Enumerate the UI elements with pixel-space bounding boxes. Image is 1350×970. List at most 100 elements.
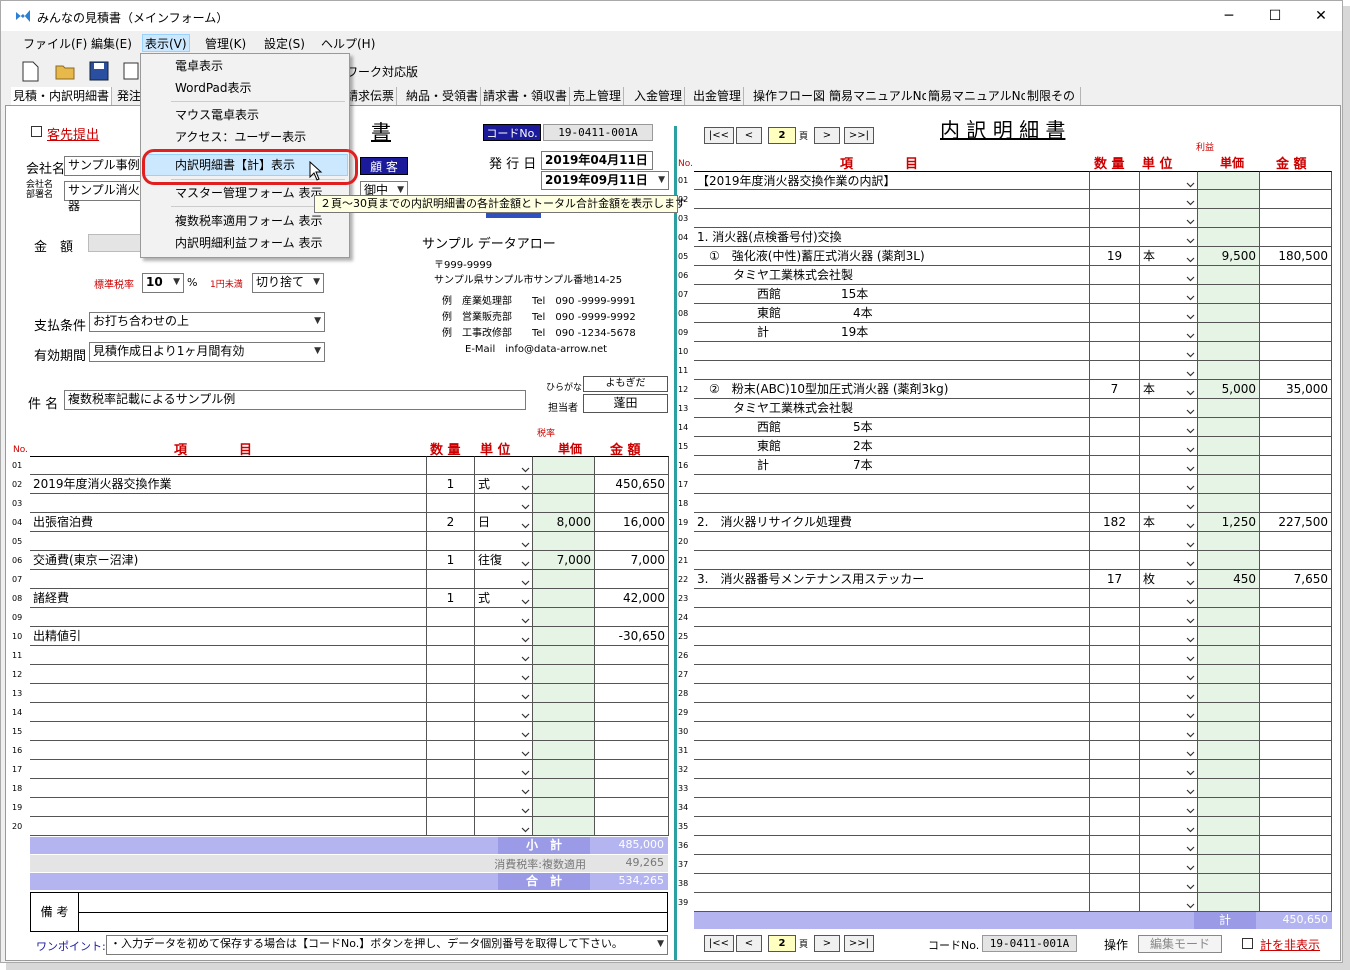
- chevron-down-icon[interactable]: [521, 461, 530, 473]
- cell-item[interactable]: 西館 15本: [694, 285, 1090, 304]
- cell-item[interactable]: ② 粉末(ABC)10型加圧式消火器 (薬剤3kg): [694, 380, 1090, 399]
- code-no-button[interactable]: コードNo.: [483, 124, 541, 141]
- cell-qty[interactable]: [1090, 627, 1140, 646]
- cell-qty[interactable]: 7: [1090, 380, 1140, 399]
- cell-price[interactable]: [1198, 551, 1260, 570]
- cell-unit[interactable]: [1140, 665, 1198, 684]
- cell-item[interactable]: 出精値引: [30, 627, 427, 646]
- cell-unit[interactable]: [475, 817, 533, 836]
- menu-settings[interactable]: 設定(S): [262, 35, 307, 53]
- chevron-down-icon[interactable]: [521, 650, 530, 662]
- cell-qty[interactable]: [427, 817, 475, 836]
- cell-qty[interactable]: [1090, 437, 1140, 456]
- chevron-down-icon[interactable]: [1186, 327, 1195, 339]
- cell-amount[interactable]: [595, 570, 669, 589]
- cell-price[interactable]: [533, 456, 595, 475]
- cell-item[interactable]: [694, 874, 1090, 893]
- cell-qty[interactable]: [1090, 855, 1140, 874]
- onepoint-select[interactable]: ・入力データを初めて保存する場合は【コードNo.】ボタンを押し、データ個別番号を…: [106, 935, 668, 955]
- cell-price[interactable]: [533, 684, 595, 703]
- cell-amount[interactable]: [1260, 893, 1332, 912]
- chevron-down-icon[interactable]: [521, 574, 530, 586]
- cell-unit[interactable]: [1140, 551, 1198, 570]
- cell-item[interactable]: [694, 627, 1090, 646]
- cell-unit[interactable]: [1140, 361, 1198, 380]
- cell-item[interactable]: [694, 855, 1090, 874]
- cell-item[interactable]: [694, 342, 1090, 361]
- cell-unit[interactable]: [475, 798, 533, 817]
- cell-price[interactable]: [1198, 285, 1260, 304]
- cell-qty[interactable]: [1090, 456, 1140, 475]
- chevron-down-icon[interactable]: [1186, 764, 1195, 776]
- cell-price[interactable]: [1198, 209, 1260, 228]
- cell-unit[interactable]: [1140, 285, 1198, 304]
- chevron-down-icon[interactable]: [1186, 479, 1195, 491]
- new-file-icon[interactable]: [19, 60, 41, 82]
- menu-item-calculator[interactable]: 電卓表示: [175, 56, 223, 76]
- cell-price[interactable]: [1198, 304, 1260, 323]
- chevron-down-icon[interactable]: [1186, 289, 1195, 301]
- cell-qty[interactable]: [1090, 418, 1140, 437]
- cell-price[interactable]: 9,500: [1198, 247, 1260, 266]
- chevron-down-icon[interactable]: [1186, 555, 1195, 567]
- cell-price[interactable]: [1198, 323, 1260, 342]
- chevron-down-icon[interactable]: [521, 612, 530, 624]
- cell-price[interactable]: [1198, 874, 1260, 893]
- cell-amount[interactable]: 35,000: [1260, 380, 1332, 399]
- cell-qty[interactable]: [1090, 608, 1140, 627]
- cell-qty[interactable]: [1090, 190, 1140, 209]
- cell-unit[interactable]: [475, 570, 533, 589]
- cell-item[interactable]: [694, 722, 1090, 741]
- company-field[interactable]: サンプル事例: [64, 156, 144, 176]
- cell-amount[interactable]: [1260, 589, 1332, 608]
- cell-unit[interactable]: [1140, 589, 1198, 608]
- menu-item-profit-form[interactable]: 内訳明細利益フォーム 表示: [175, 233, 322, 253]
- cell-qty[interactable]: [1090, 532, 1140, 551]
- cell-price[interactable]: [533, 703, 595, 722]
- cell-unit[interactable]: [1140, 798, 1198, 817]
- maximize-button[interactable]: ☐: [1252, 1, 1298, 31]
- cell-amount[interactable]: [1260, 209, 1332, 228]
- chevron-down-icon[interactable]: [1186, 707, 1195, 719]
- cell-amount[interactable]: 42,000: [595, 589, 669, 608]
- cell-qty[interactable]: [1090, 494, 1140, 513]
- cell-qty[interactable]: [427, 627, 475, 646]
- cell-item[interactable]: [30, 817, 427, 836]
- first-page-button[interactable]: |<<: [704, 127, 734, 144]
- menu-item-access-user[interactable]: アクセス：ユーザー表示: [175, 127, 306, 147]
- cell-item[interactable]: [30, 456, 427, 475]
- cell-price[interactable]: [1198, 836, 1260, 855]
- rounding-select[interactable]: 切り捨て ▼: [252, 273, 324, 293]
- cell-amount[interactable]: [1260, 627, 1332, 646]
- cell-item[interactable]: [30, 741, 427, 760]
- cell-price[interactable]: [1198, 741, 1260, 760]
- chevron-down-icon[interactable]: [521, 688, 530, 700]
- cell-price[interactable]: [1198, 703, 1260, 722]
- cell-price[interactable]: [1198, 893, 1260, 912]
- cell-amount[interactable]: [595, 722, 669, 741]
- cell-unit[interactable]: [475, 741, 533, 760]
- minimize-button[interactable]: ─: [1206, 1, 1252, 31]
- cell-price[interactable]: [1198, 627, 1260, 646]
- payment-select[interactable]: お打ち合わせの上 ▼: [89, 312, 325, 332]
- cell-amount[interactable]: [595, 817, 669, 836]
- cell-amount[interactable]: [595, 646, 669, 665]
- cell-qty[interactable]: [427, 570, 475, 589]
- cell-price[interactable]: [533, 494, 595, 513]
- cell-qty[interactable]: [1090, 836, 1140, 855]
- cell-price[interactable]: [533, 722, 595, 741]
- cell-item[interactable]: [694, 703, 1090, 722]
- cell-qty[interactable]: [427, 532, 475, 551]
- cell-amount[interactable]: [1260, 418, 1332, 437]
- cell-amount[interactable]: [1260, 646, 1332, 665]
- chevron-down-icon[interactable]: [1186, 384, 1195, 396]
- cell-item[interactable]: [30, 779, 427, 798]
- cell-unit[interactable]: [1140, 171, 1198, 190]
- cell-qty[interactable]: [1090, 551, 1140, 570]
- cell-price[interactable]: 5,000: [1198, 380, 1260, 399]
- chevron-down-icon[interactable]: [1186, 232, 1195, 244]
- cell-qty[interactable]: [427, 798, 475, 817]
- remarks-box[interactable]: 備 考: [30, 892, 668, 932]
- cell-price[interactable]: [533, 760, 595, 779]
- cell-item[interactable]: タミヤ工業株式会社製: [694, 266, 1090, 285]
